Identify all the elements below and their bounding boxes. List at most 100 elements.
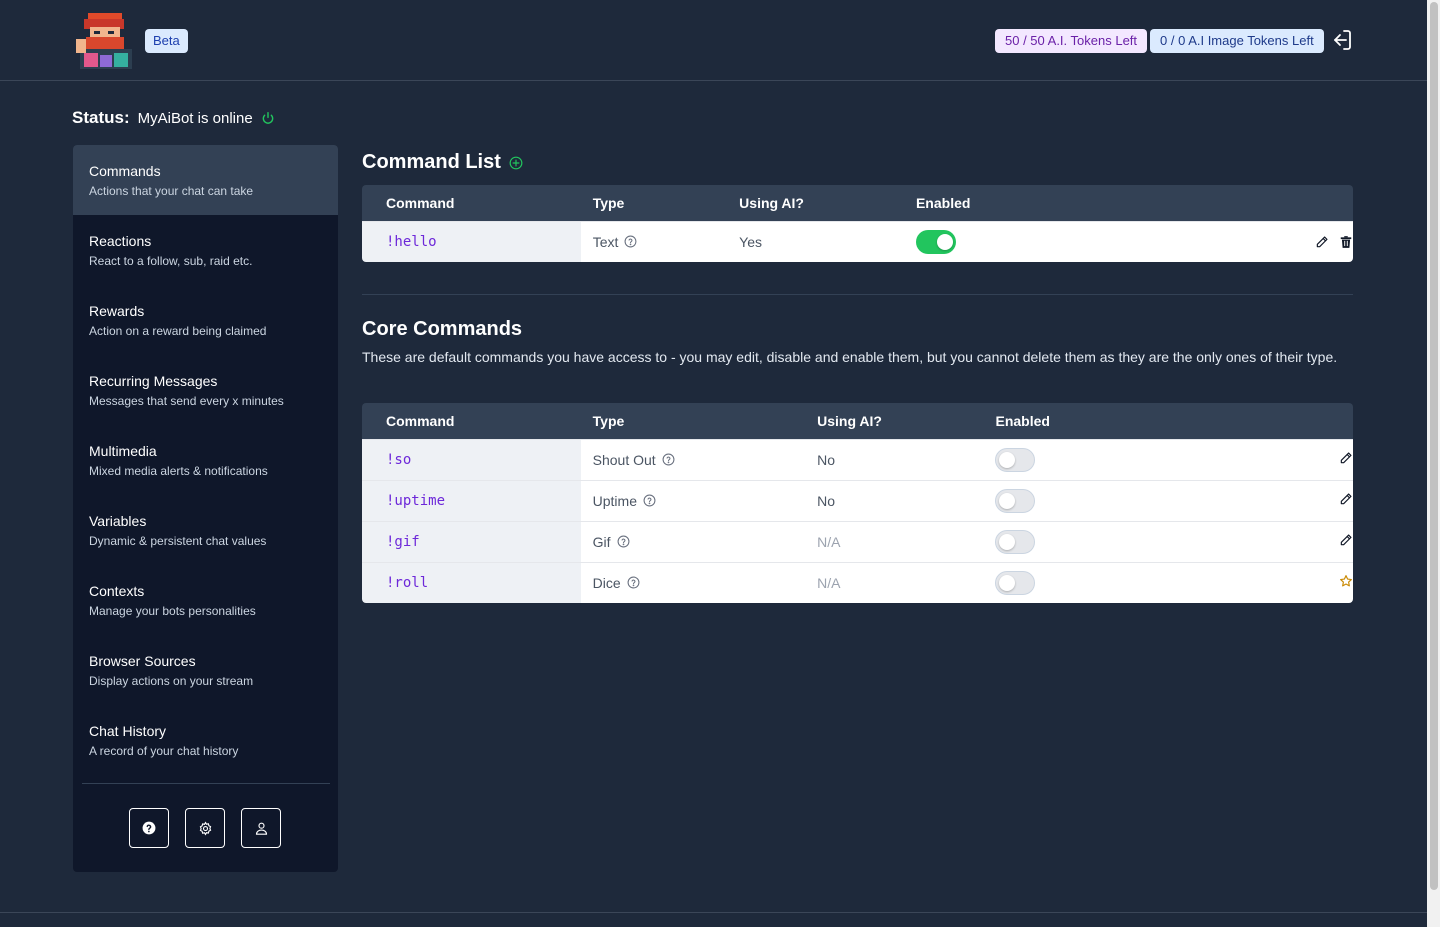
actions-cell	[1159, 520, 1353, 562]
sidebar-item-variables[interactable]: Variables Dynamic & persistent chat valu…	[73, 495, 338, 565]
sidebar-item-title: Chat History	[89, 723, 167, 739]
help-icon	[142, 821, 156, 835]
col-header-using-ai: Using AI?	[739, 194, 804, 211]
core-commands-title: Core Commands	[362, 318, 523, 340]
bot-avatar-logo[interactable]	[74, 9, 140, 73]
col-header-enabled: Enabled	[995, 412, 1050, 429]
toggle-knob	[999, 574, 1016, 591]
question-circle-icon[interactable]	[617, 535, 630, 548]
question-circle-icon[interactable]	[627, 576, 640, 589]
sidebar-item-subtitle: Mixed media alerts & notifications	[89, 464, 268, 478]
image-tokens-badge: 0 / 0 A.I Image Tokens Left	[1150, 29, 1324, 53]
command-cell: !roll	[362, 561, 581, 603]
col-header-actions	[1089, 185, 1353, 221]
bottom-bar	[0, 912, 1427, 927]
toggle-knob	[936, 233, 953, 250]
table-row: !so Shout Out No	[362, 438, 1353, 480]
sidebar-item-browser-sources[interactable]: Browser Sources Display actions on your …	[73, 635, 338, 705]
type-cell: Text	[580, 220, 728, 262]
col-header-enabled: Enabled	[915, 194, 971, 211]
sidebar-item-commands[interactable]: Commands Actions that your chat can take	[73, 145, 338, 215]
col-header-actions	[1159, 403, 1353, 439]
type-cell: Gif	[580, 520, 806, 562]
actions-cell	[1159, 561, 1353, 603]
settings-button[interactable]	[185, 808, 225, 848]
profile-button[interactable]	[241, 808, 281, 848]
enabled-toggle[interactable]	[995, 488, 1036, 513]
pencil-icon[interactable]	[1339, 492, 1353, 506]
enabled-cell	[903, 220, 1089, 262]
enabled-cell	[983, 438, 1159, 480]
sidebar-item-chat-history[interactable]: Chat History A record of your chat histo…	[73, 705, 338, 775]
sidebar-item-title: Browser Sources	[89, 653, 196, 669]
table-row: !roll Dice N/A	[362, 561, 1353, 603]
toggle-knob	[999, 492, 1016, 509]
trash-icon[interactable]	[1339, 235, 1353, 249]
command-list-table: Command Type Using AI? Enabled !hello Te…	[362, 185, 1353, 262]
sidebar-item-subtitle: A record of your chat history	[89, 744, 239, 758]
enabled-toggle[interactable]	[915, 229, 956, 254]
user-icon	[255, 822, 267, 835]
table-header-row: Command Type Using AI? Enabled	[362, 403, 1353, 439]
toggle-knob	[999, 451, 1016, 468]
question-circle-icon[interactable]	[624, 235, 637, 248]
command-cell: !uptime	[362, 479, 581, 521]
settings-icon	[199, 820, 211, 836]
sidebar-item-title: Multimedia	[89, 443, 157, 459]
command-list-title: Command List	[362, 151, 501, 173]
enabled-toggle[interactable]	[995, 570, 1036, 595]
power-icon[interactable]	[261, 111, 275, 125]
col-header-using-ai: Using AI?	[817, 412, 882, 429]
core-commands-description: These are default commands you have acce…	[362, 349, 1338, 365]
sidebar-item-subtitle: Messages that send every x minutes	[89, 394, 284, 408]
star-icon[interactable]	[1339, 574, 1353, 588]
type-text: Uptime	[592, 492, 637, 509]
enabled-cell	[983, 479, 1159, 521]
enabled-toggle[interactable]	[995, 447, 1036, 472]
sidebar-divider	[82, 783, 330, 784]
table-header-row: Command Type Using AI? Enabled	[362, 185, 1353, 221]
sidebar-item-subtitle: Dynamic & persistent chat values	[89, 534, 267, 548]
actions-cell	[1089, 220, 1353, 262]
table-row: !hello Text Yes	[362, 220, 1353, 262]
col-header-type: Type	[592, 412, 625, 429]
status-text: MyAiBot is online	[137, 109, 253, 127]
type-cell: Uptime	[580, 479, 806, 521]
sidebar-item-reactions[interactable]: Reactions React to a follow, sub, raid e…	[73, 215, 338, 285]
using-ai-cell: Yes	[727, 220, 904, 262]
sidebar-item-contexts[interactable]: Contexts Manage your bots personalities	[73, 565, 338, 635]
sidebar: Commands Actions that your chat can take…	[73, 145, 338, 872]
top-header: Beta 50 / 50 A.I. Tokens Left 0 / 0 A.I …	[0, 0, 1427, 81]
sidebar-item-title: Reactions	[89, 233, 152, 249]
col-header-command: Command	[386, 412, 455, 429]
question-circle-icon[interactable]	[643, 494, 656, 507]
question-circle-icon[interactable]	[662, 453, 675, 466]
beta-badge: Beta	[145, 29, 188, 53]
sidebar-item-recurring-messages[interactable]: Recurring Messages Messages that send ev…	[73, 355, 338, 425]
sidebar-item-multimedia[interactable]: Multimedia Mixed media alerts & notifica…	[73, 425, 338, 495]
sidebar-item-title: Rewards	[89, 303, 145, 319]
pencil-icon[interactable]	[1315, 235, 1329, 249]
status-label: Status:	[72, 108, 130, 127]
col-header-type: Type	[592, 194, 625, 211]
scrollbar-thumb[interactable]	[1430, 2, 1438, 890]
sidebar-item-title: Recurring Messages	[89, 373, 218, 389]
help-button[interactable]	[129, 808, 169, 848]
add-circle-icon[interactable]	[509, 156, 523, 170]
actions-cell	[1159, 479, 1353, 521]
sidebar-item-rewards[interactable]: Rewards Action on a reward being claimed	[73, 285, 338, 355]
type-text: Gif	[592, 533, 611, 550]
logout-icon[interactable]	[1330, 28, 1354, 52]
using-ai-cell: N/A	[805, 561, 984, 603]
sidebar-item-title: Variables	[89, 513, 147, 529]
pencil-icon[interactable]	[1339, 533, 1353, 547]
enabled-toggle[interactable]	[995, 529, 1036, 554]
command-cell: !gif	[362, 520, 581, 562]
sidebar-item-subtitle: React to a follow, sub, raid etc.	[89, 254, 253, 268]
pencil-icon[interactable]	[1339, 451, 1353, 465]
using-ai-cell: No	[805, 479, 984, 521]
using-ai-cell: No	[805, 438, 984, 480]
command-cell: !so	[362, 438, 581, 480]
actions-cell	[1159, 438, 1353, 480]
type-text: Shout Out	[592, 451, 656, 468]
